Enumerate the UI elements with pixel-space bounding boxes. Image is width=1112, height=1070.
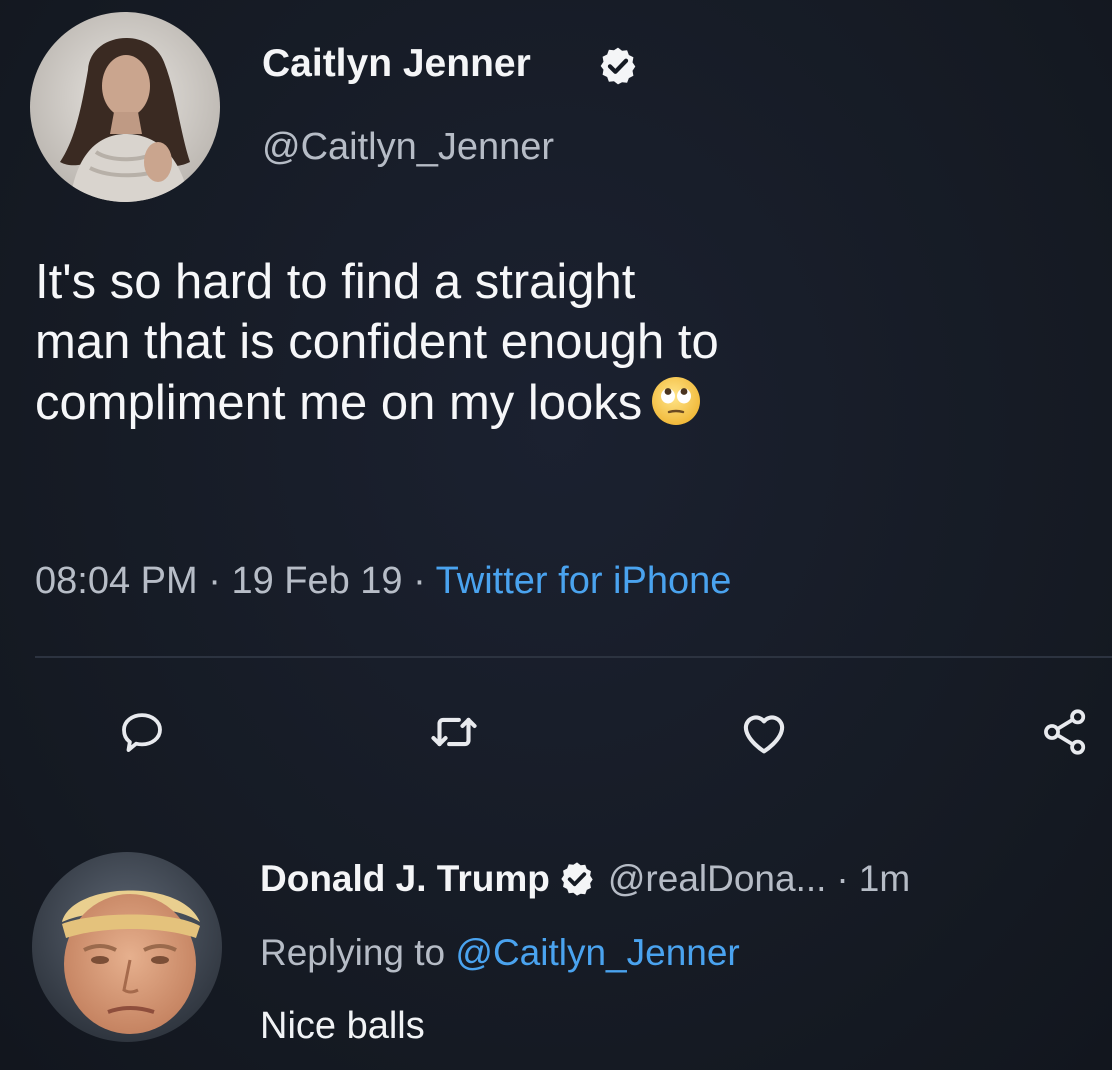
tweet-date[interactable]: 19 Feb 19 <box>231 560 402 602</box>
rolling-eyes-emoji-icon <box>652 376 701 425</box>
reply-author-avatar-image <box>32 852 222 1042</box>
reply-time[interactable]: 1m <box>859 858 910 900</box>
reply-meta-separator: · <box>836 858 849 899</box>
author-handle[interactable]: @Caitlyn_Jenner <box>262 126 554 169</box>
retweet-icon <box>431 717 477 747</box>
share-icon <box>1044 709 1086 755</box>
tweet-meta: 08:04 PM · 19 Feb 19 · Twitter for iPhon… <box>35 560 731 603</box>
author-avatar[interactable] <box>30 12 220 202</box>
author-avatar-image <box>30 12 220 202</box>
share-button[interactable] <box>1030 696 1102 768</box>
verified-badge-icon <box>561 862 593 896</box>
tweet-text-line-content: compliment me on my looks <box>35 375 643 430</box>
tweet-time[interactable]: 08:04 PM <box>35 560 198 602</box>
tweet-text: It's so hard to find a straight man that… <box>35 252 1100 433</box>
tweet-source-link[interactable]: Twitter for iPhone <box>436 560 732 602</box>
retweet-button[interactable] <box>418 696 490 768</box>
heart-icon <box>743 715 785 754</box>
reply-button[interactable] <box>106 696 178 768</box>
reply-header: Donald J. Trump @realDona... · 1m <box>260 858 910 900</box>
tweet-text-line: It's so hard to find a straight <box>35 255 636 309</box>
tweet-text-line-with-emoji: compliment me on my looks <box>35 373 1100 433</box>
reply-author-handle[interactable]: @realDona... <box>608 858 827 900</box>
replying-to-label: Replying to <box>260 932 446 973</box>
reply-bubble-icon <box>122 713 162 752</box>
verified-badge-icon <box>600 47 636 85</box>
replying-to: Replying to @Caitlyn_Jenner <box>260 932 740 974</box>
tweet-screen: Caitlyn Jenner @Caitlyn_Jenner It's so h… <box>0 0 1112 1070</box>
divider <box>35 656 1112 658</box>
meta-separator: · <box>208 560 221 602</box>
tweet-text-line: man that is confident enough to <box>35 315 719 370</box>
like-button[interactable] <box>728 696 800 768</box>
author-name[interactable]: Caitlyn Jenner <box>262 42 531 86</box>
meta-separator: · <box>413 560 426 602</box>
reply-author-avatar[interactable] <box>32 852 222 1042</box>
replying-to-handle-link[interactable]: @Caitlyn_Jenner <box>455 932 739 973</box>
reply-author-name[interactable]: Donald J. Trump <box>260 858 550 900</box>
reply-text: Nice balls <box>260 1005 425 1047</box>
